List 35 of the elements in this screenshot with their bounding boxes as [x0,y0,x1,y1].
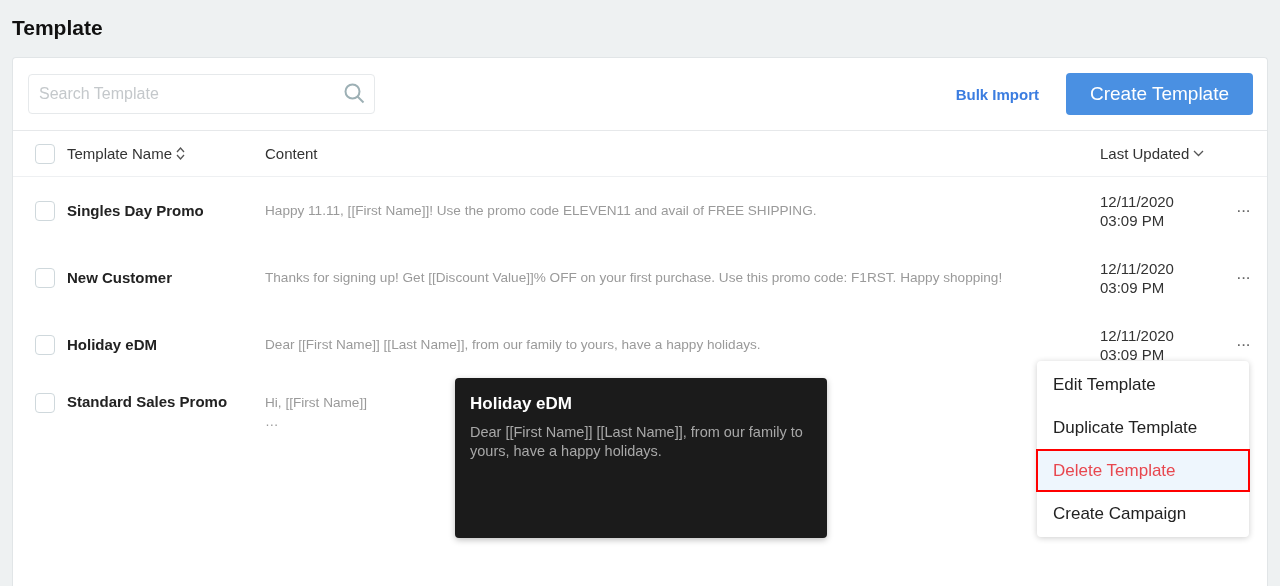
more-options[interactable]: ··· [1236,267,1266,288]
last-updated: 12/11/2020 03:09 PM [1100,258,1175,297]
template-content: Thanks for signing up! Get [[Discount Value]]% OFF on your first purchase. Use this promo code: F1RST. Happy shopping! [265,269,1003,287]
column-header[interactable]: Last Updated [1100,145,1236,162]
column-header: Content [265,145,319,162]
create-template-button[interactable]: Create Template [1066,73,1253,115]
template-content: Happy 11.11, [[First Name]]! Use the promo code ELEVEN11 and avail of FREE SHIPPING. [265,202,817,220]
select-all-checkbox[interactable] [35,143,55,164]
more-options[interactable]: ··· [1236,334,1266,355]
row-checkbox[interactable] [35,267,55,288]
row-checkbox[interactable] [35,334,55,355]
search-field[interactable]: Search Template [28,74,375,114]
menu-item[interactable]: Duplicate Template [1036,406,1250,449]
menu-item[interactable]: Create Campaign [1036,492,1250,535]
template-name: Standard Sales Promo [67,393,229,410]
tooltip-title: Holiday eDM [470,394,574,414]
template-name: New Customer [67,269,174,286]
template-name: Singles Day Promo [67,202,205,219]
template-content: Hi, [[First Name]] … [265,394,367,431]
bulk-import-link[interactable]: Bulk Import [955,85,1039,103]
sort-icon[interactable] [176,147,186,160]
template-name: Holiday eDM [67,336,158,353]
menu-item[interactable]: Delete Template [1036,449,1250,492]
tooltip-text: Dear [[First Name]] [[Last Name]], from our family to yours, have a happy holidays. [470,423,804,461]
menu-item[interactable]: Edit Template [1036,363,1250,406]
template-content: Dear [[First Name]] [[Last Name]], from our family to yours, have a happy holidays. [265,336,761,354]
chevron-down-icon[interactable] [1193,150,1205,157]
more-options[interactable]: ··· [1236,200,1266,221]
last-updated: 12/11/2020 03:09 PM [1100,325,1175,364]
row-checkbox[interactable] [35,393,55,413]
row-checkbox[interactable] [35,200,55,221]
search-icon[interactable] [344,83,365,104]
column-header[interactable]: Template Name [67,145,265,162]
page-title: Template [12,14,104,41]
last-updated: 12/11/2020 03:09 PM [1100,191,1175,230]
